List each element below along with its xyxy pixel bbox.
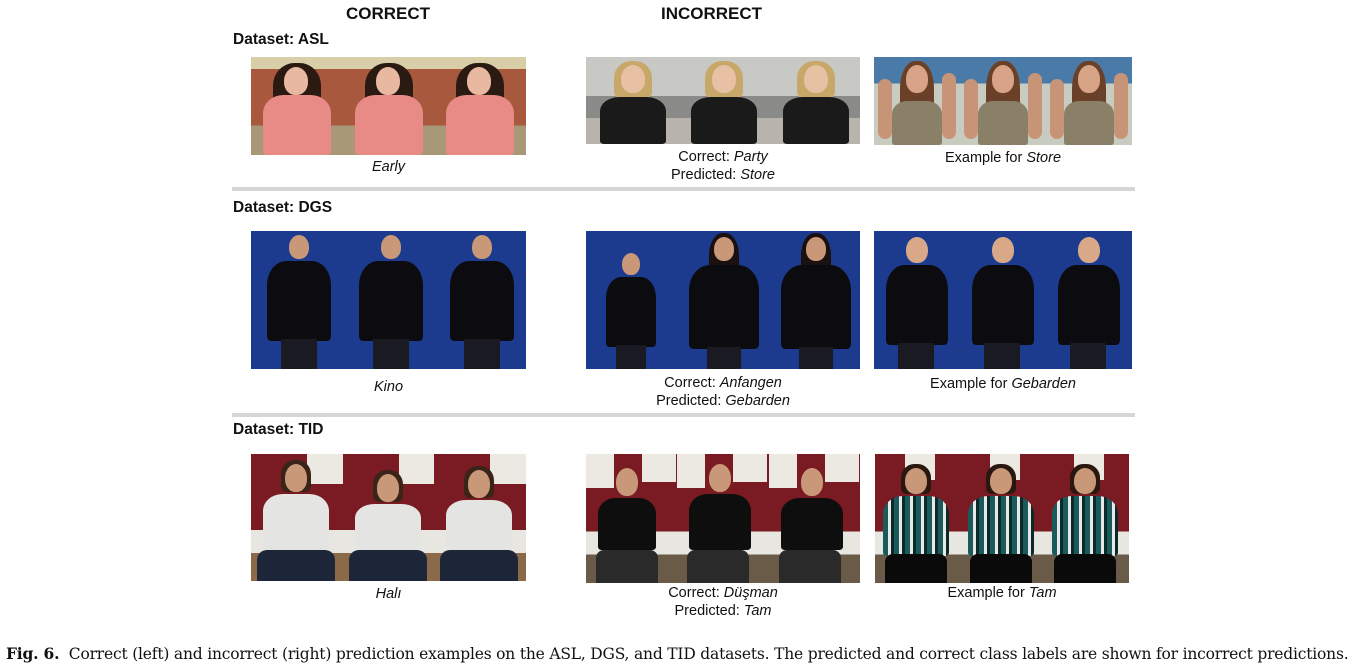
video-frame — [960, 454, 1045, 583]
class-label: Early — [371, 159, 406, 175]
video-frame — [434, 231, 526, 369]
tid-incorrect-image — [586, 454, 860, 583]
example-prefix: Example for — [944, 150, 1027, 166]
video-frame — [342, 57, 435, 155]
dgs-example-caption: Example for Gebarden — [874, 375, 1132, 393]
predicted-line: Predicted: Store — [586, 166, 860, 184]
video-frame — [251, 231, 343, 369]
dgs-incorrect-image — [586, 231, 860, 369]
video-frame — [875, 454, 960, 583]
video-frame — [960, 231, 1046, 369]
asl-incorrect-caption: Correct: Party Predicted: Store — [586, 148, 860, 184]
video-frame — [677, 231, 768, 369]
dataset-label-asl: Dataset: ASL — [233, 31, 329, 48]
tid-example-image — [875, 454, 1129, 583]
example-prefix: Example for — [947, 585, 1029, 601]
correct-line: Correct: Party — [586, 148, 860, 166]
example-class-label: Tam — [1028, 585, 1057, 601]
video-frame — [1046, 57, 1132, 145]
predicted-class-label: Gebarden — [725, 393, 790, 409]
dgs-example-image — [874, 231, 1132, 369]
asl-correct-image — [251, 57, 526, 155]
column-header-incorrect: INCORRECT — [661, 4, 763, 23]
predicted-class-label: Store — [740, 167, 775, 183]
predicted-line: Predicted: Gebarden — [586, 392, 860, 410]
asl-example-image — [874, 57, 1132, 145]
correct-class-label: Düşman — [723, 585, 778, 601]
row-separator — [232, 413, 1135, 417]
figure-caption-text: Correct (left) and incorrect (right) pre… — [68, 645, 1349, 663]
asl-incorrect-image — [586, 57, 860, 144]
correct-prefix: Correct: — [664, 375, 720, 391]
video-frame — [434, 454, 526, 581]
dgs-correct-caption: Kino — [251, 378, 526, 396]
example-class-label: Gebarden — [1011, 376, 1076, 392]
correct-line: Correct: Anfangen — [586, 374, 860, 392]
correct-class-label: Party — [733, 149, 768, 165]
video-frame — [251, 57, 343, 155]
video-frame — [768, 454, 860, 583]
correct-class-label: Anfangen — [719, 375, 782, 391]
tid-correct-image — [251, 454, 526, 581]
predicted-line: Predicted: Tam — [586, 602, 860, 620]
class-label: Halı — [375, 586, 402, 602]
video-frame — [343, 454, 435, 581]
correct-line: Correct: Düşman — [586, 584, 860, 602]
predicted-prefix: Predicted: — [674, 603, 744, 619]
tid-example-caption: Example for Tam — [875, 584, 1129, 602]
dataset-label-dgs: Dataset: DGS — [233, 199, 333, 216]
predicted-prefix: Predicted: — [656, 393, 726, 409]
column-header-correct: CORRECT — [346, 4, 431, 23]
row-separator — [232, 187, 1135, 191]
tid-incorrect-caption: Correct: Düşman Predicted: Tam — [586, 584, 860, 620]
video-frame — [769, 231, 860, 369]
video-frame — [586, 454, 677, 583]
video-frame — [874, 231, 960, 369]
correct-prefix: Correct: — [678, 149, 734, 165]
video-frame — [1046, 231, 1132, 369]
correct-prefix: Correct: — [668, 585, 724, 601]
predicted-class-label: Tam — [743, 603, 772, 619]
video-frame — [1044, 454, 1129, 583]
video-frame — [434, 57, 526, 155]
video-frame — [677, 454, 768, 583]
video-frame — [586, 231, 677, 369]
video-frame — [960, 57, 1046, 145]
video-frame — [874, 57, 960, 145]
dataset-label-tid: Dataset: TID — [233, 421, 324, 438]
class-label: Kino — [373, 379, 404, 395]
asl-example-caption: Example for Store — [874, 149, 1132, 167]
video-frame — [586, 57, 678, 144]
video-frame — [343, 231, 435, 369]
video-frame — [251, 454, 343, 581]
figure-caption: Fig. 6. Correct (left) and incorrect (ri… — [6, 644, 1349, 663]
video-frame — [768, 57, 860, 144]
figure-label: Fig. 6. — [6, 644, 60, 663]
video-frame — [677, 57, 769, 144]
dgs-correct-image — [251, 231, 526, 369]
dgs-incorrect-caption: Correct: Anfangen Predicted: Gebarden — [586, 374, 860, 410]
asl-correct-caption: Early — [251, 158, 526, 176]
example-prefix: Example for — [930, 376, 1012, 392]
example-class-label: Store — [1026, 150, 1062, 166]
tid-correct-caption: Halı — [251, 585, 526, 603]
predicted-prefix: Predicted: — [671, 167, 741, 183]
